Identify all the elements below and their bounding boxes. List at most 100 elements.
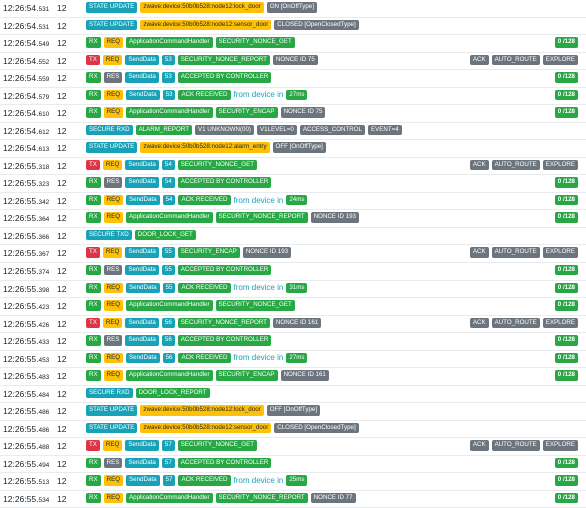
timestamp-seconds: 12:26:55.: [3, 423, 39, 434]
badge: 31ms: [286, 282, 308, 293]
log-row[interactable]: 12:26:55.318 12 TX REQ SendData 54 SECURITY_NO…: [0, 158, 586, 176]
timestamp: 12:26:54.613: [3, 143, 49, 153]
log-row[interactable]: 12:26:54.531 12 STATE UPDATE zwave:device:5…: [0, 0, 586, 18]
log-row[interactable]: 12:26:55.323 12 RX RES SendData 54 ACCEPTED BY…: [0, 175, 586, 193]
tx-options: ACK AUTO_ROUTE EXPLORE: [469, 54, 578, 66]
badge: SendData: [125, 264, 159, 276]
log-row[interactable]: 12:26:55.488 12 TX REQ SendData 57 SECURITY_NO…: [0, 438, 586, 456]
log-row[interactable]: 12:26:54.579 12 RX REQ SendData 53 ACK RECEIVE…: [0, 88, 586, 106]
badge: NONCE ID 161: [272, 317, 322, 329]
tx-options: ACK AUTO_ROUTE EXPLORE: [469, 317, 578, 329]
node-id: 12: [57, 493, 67, 504]
message-badges: RX RES SendData 56 ACCEPTED BY CONTROLLER: [86, 335, 272, 346]
badge: 53: [162, 89, 176, 101]
timestamp-millis: 364: [38, 216, 50, 224]
log-row[interactable]: 12:26:55.494 12 RX RES SendData 57 ACCEPTED BY…: [0, 456, 586, 474]
payload-size: 0 /128: [554, 282, 578, 293]
badge: CLOSED [OpenClosedType]: [274, 422, 359, 434]
badge: RX: [86, 89, 101, 101]
payload-size-badge: 0 /128: [554, 177, 578, 188]
info-text: from device in: [233, 195, 284, 205]
node-id: 12: [57, 195, 67, 206]
option-badge: ACK: [469, 317, 489, 329]
timestamp-seconds: 12:26:55.: [3, 195, 39, 206]
timestamp-seconds: 12:26:54.: [3, 143, 39, 154]
timestamp-millis: 486: [38, 409, 50, 417]
node-id: 12: [57, 423, 67, 434]
timestamp-seconds: 12:26:54.: [3, 55, 39, 66]
badge: EVENT=4: [368, 124, 402, 136]
badge: 56: [162, 352, 176, 364]
node-id: 12: [57, 458, 67, 469]
badge: TX: [86, 159, 100, 171]
log-row[interactable]: 12:26:55.364 12 RX REQ ApplicationCommandHan…: [0, 210, 586, 228]
timestamp-seconds: 12:26:55.: [3, 283, 39, 294]
message-badges: RX REQ SendData 53 ACK RECEIVED from device i…: [86, 89, 308, 101]
badge: zwave:device:50b0b528:node12:lock_door: [140, 405, 264, 416]
log-row[interactable]: 12:26:55.398 12 RX REQ SendData 55 ACK RECEIVE…: [0, 281, 586, 299]
node-id: 12: [57, 265, 67, 276]
log-row[interactable]: 12:26:55.513 12 RX REQ SendData 57 ACK RECEIVE…: [0, 473, 586, 491]
payload-size: 0 /128: [554, 492, 578, 504]
log-row[interactable]: 12:26:55.366 12 SECURE TXD DOOR_LOCK_GET: [0, 228, 586, 246]
log-row[interactable]: 12:26:55.367 12 TX REQ SendData 55 SECURITY_EN…: [0, 245, 586, 263]
log-row[interactable]: 12:26:55.433 12 RX RES SendData 56 ACCEPTED BY…: [0, 333, 586, 351]
badge: ACCESS_CONTROL: [299, 124, 365, 136]
log-row[interactable]: 12:26:55.534 12 RX REQ ApplicationCommandHan…: [0, 491, 586, 508]
timestamp: 12:26:54.531: [3, 3, 49, 13]
log-row[interactable]: 12:26:55.423 12 RX REQ ApplicationCommandHan…: [0, 298, 586, 316]
badge: STATE UPDATE: [86, 142, 138, 153]
log-row[interactable]: 12:26:55.426 12 TX REQ SendData 56 SECURITY_NO…: [0, 316, 586, 334]
badge: SendData: [125, 177, 159, 188]
payload-size: 0 /128: [554, 300, 578, 311]
option-badge: EXPLORE: [542, 247, 578, 258]
message-badges: STATE UPDATE zwave:device:50b0b528:node12…: [86, 2, 317, 13]
node-id: 12: [57, 318, 67, 329]
badge: TX: [86, 54, 100, 66]
timestamp-seconds: 12:26:55.: [3, 388, 39, 399]
badge: 56: [161, 335, 175, 346]
log-row[interactable]: 12:26:54.612 12 SECURE RXD ALARM_REPORT V1 U…: [0, 123, 586, 141]
log-row[interactable]: 12:26:54.549 12 RX REQ ApplicationCommandHan…: [0, 35, 586, 53]
payload-size: 0 /128: [554, 352, 578, 364]
timestamp-seconds: 12:26:55.: [3, 476, 39, 487]
node-id: 12: [57, 143, 67, 154]
badge: SECURITY_ENCAP: [177, 247, 240, 258]
log-row[interactable]: 12:26:54.531 12 STATE UPDATE zwave:device:5…: [0, 18, 586, 36]
badge: 53: [161, 72, 175, 83]
node-id: 12: [57, 248, 67, 259]
log-row[interactable]: 12:26:55.483 12 RX REQ ApplicationCommandHan…: [0, 368, 586, 386]
badge: REQ: [102, 317, 123, 329]
badge: TX: [86, 317, 100, 329]
log-row[interactable]: 12:26:55.342 12 RX REQ SendData 54 ACK RECEIVE…: [0, 193, 586, 211]
badge: SECURITY_NONCE_GET: [215, 37, 295, 48]
payload-size: 0 /128: [554, 194, 578, 206]
badge: REQ: [103, 212, 124, 223]
message-badges: TX REQ SendData 54 SECURITY_NONCE_GET: [86, 159, 257, 171]
badge: 25ms: [286, 475, 308, 486]
log-row[interactable]: 12:26:55.374 12 RX RES SendData 55 ACCEPTED BY…: [0, 263, 586, 281]
timestamp: 12:26:54.549: [3, 38, 49, 48]
timestamp: 12:26:55.367: [3, 248, 49, 258]
badge: 55: [161, 247, 175, 258]
log-row[interactable]: 12:26:55.453 12 RX REQ SendData 56 ACK RECEIVE…: [0, 351, 586, 369]
timestamp-seconds: 12:26:55.: [3, 458, 39, 469]
timestamp-millis: 398: [38, 286, 50, 294]
log-row[interactable]: 12:26:54.559 12 RX RES SendData 53 ACCEPTED BY…: [0, 70, 586, 88]
log-row[interactable]: 12:26:54.613 12 STATE UPDATE zwave:device:5…: [0, 140, 586, 158]
timestamp: 12:26:55.486: [3, 424, 49, 434]
badge: REQ: [103, 37, 124, 48]
payload-size-badge: 0 /128: [554, 89, 578, 101]
log-row[interactable]: 12:26:54.610 12 RX REQ ApplicationCommandHan…: [0, 105, 586, 123]
timestamp: 12:26:55.488: [3, 441, 49, 451]
timestamp-millis: 531: [38, 6, 50, 13]
log-row[interactable]: 12:26:55.486 12 STATE UPDATE zwave:device:5…: [0, 403, 586, 421]
log-row[interactable]: 12:26:55.484 12 SECURE RXD DOOR_LOCK_REPORT: [0, 386, 586, 404]
timestamp-millis: 426: [38, 321, 50, 329]
timestamp-seconds: 12:26:55.: [3, 318, 39, 329]
log-row[interactable]: 12:26:54.552 12 TX REQ SendData 53 SECURITY_NO…: [0, 53, 586, 71]
timestamp-seconds: 12:26:55.: [3, 441, 39, 452]
message-badges: RX REQ SendData 55 ACK RECEIVED from device i…: [86, 282, 308, 293]
badge: REQ: [103, 282, 124, 293]
log-row[interactable]: 12:26:55.486 12 STATE UPDATE zwave:device:5…: [0, 421, 586, 439]
